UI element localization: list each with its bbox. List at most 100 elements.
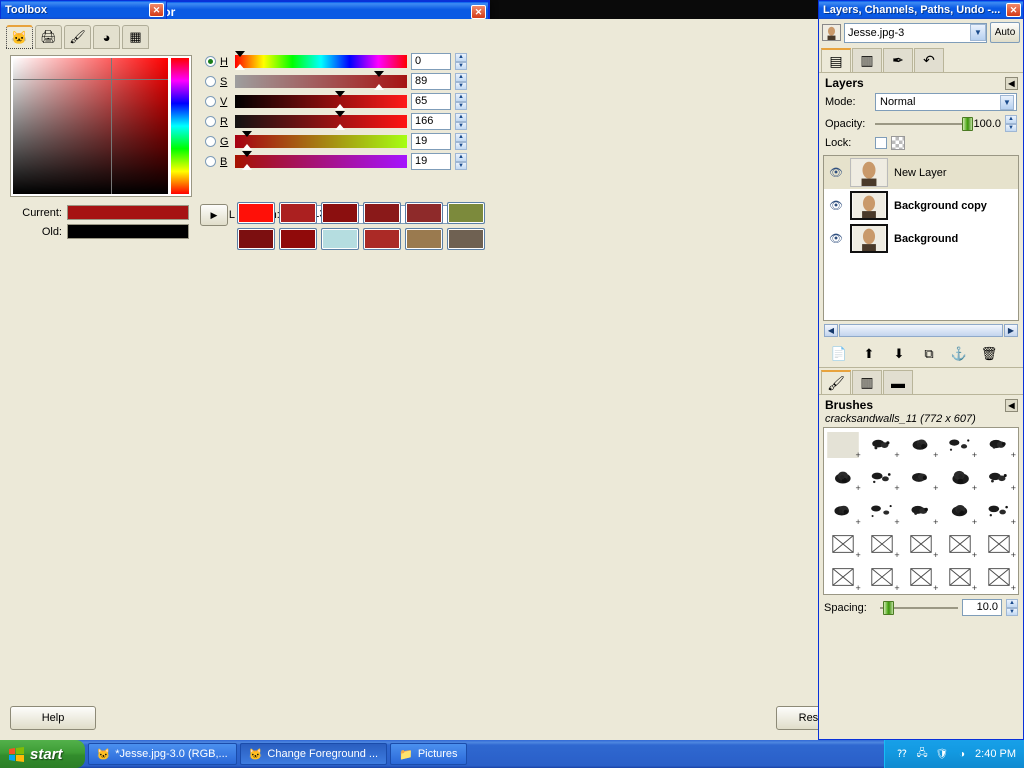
watercolor-tab[interactable]: 🖌 bbox=[64, 25, 91, 49]
toolbox-close-button[interactable]: ✕ bbox=[149, 3, 164, 17]
brush-grid-cell[interactable]: + bbox=[824, 561, 863, 594]
dock-tabs[interactable]: ▤ ▥ ✒ ↶ bbox=[819, 46, 1023, 73]
brush-grid-cell[interactable]: + bbox=[902, 528, 941, 561]
channel-slider-V[interactable] bbox=[235, 91, 407, 110]
color-swatch[interactable] bbox=[447, 202, 485, 224]
channel-value-V[interactable]: 65 bbox=[411, 93, 451, 110]
channel-slider-G[interactable] bbox=[235, 131, 407, 150]
brush-grid-cell[interactable]: + bbox=[863, 561, 902, 594]
taskbar-item[interactable]: 📁 Pictures bbox=[390, 743, 467, 765]
brush-grid[interactable]: + + + + + + + + + + + + + + + + + + + + + + + + + bbox=[823, 427, 1019, 595]
taskbar-items[interactable]: 🐱 *Jesse.jpg-3.0 (RGB,... 🐱 Change Foregrou… bbox=[85, 743, 467, 765]
help-button[interactable]: Help bbox=[10, 706, 96, 730]
channel-row-S[interactable]: S 89 ▲ ▼ bbox=[205, 71, 477, 90]
scroll-right-button[interactable]: ▶ bbox=[1004, 324, 1018, 337]
channel-value-H[interactable]: 0 bbox=[411, 53, 451, 70]
brush-grid-cell[interactable]: + bbox=[940, 494, 979, 527]
channel-row-G[interactable]: G 19 ▲ ▼ bbox=[205, 131, 477, 150]
color-swatch[interactable] bbox=[321, 202, 359, 224]
brush-grid-cell[interactable]: + bbox=[940, 461, 979, 494]
layer-mode-dropdown[interactable]: Normal ▼ bbox=[875, 93, 1017, 111]
color-history-swatches[interactable] bbox=[237, 202, 485, 250]
brush-grid-cell[interactable]: + bbox=[940, 428, 979, 461]
network-tray-icon[interactable]: 🖧 bbox=[915, 747, 929, 761]
brush-grid-cell[interactable]: + bbox=[863, 494, 902, 527]
brush-grid-cell[interactable]: + bbox=[979, 461, 1018, 494]
layer-list-item[interactable]: 👁 Background copy bbox=[824, 189, 1018, 222]
brush-grid-cell[interactable]: + bbox=[902, 494, 941, 527]
brush-grid-cell[interactable]: + bbox=[979, 494, 1018, 527]
channel-value-G[interactable]: 19 bbox=[411, 133, 451, 150]
channel-slider-R[interactable] bbox=[235, 111, 407, 130]
color-swatch[interactable] bbox=[405, 202, 443, 224]
sv-square[interactable] bbox=[13, 58, 168, 194]
channel-stepper-R[interactable]: ▲ ▼ bbox=[455, 113, 467, 130]
brush-grid-cell[interactable]: + bbox=[979, 528, 1018, 561]
gimp-tab[interactable]: 🐱 bbox=[6, 25, 33, 49]
raise-layer-button[interactable]: ⬆ bbox=[855, 344, 883, 363]
brushes-tab[interactable]: 🖌 bbox=[821, 370, 851, 394]
brush-grid-cell[interactable]: + bbox=[902, 461, 941, 494]
anchor-layer-button[interactable]: ⚓ bbox=[945, 344, 973, 363]
channel-slider-S[interactable] bbox=[235, 71, 407, 90]
brush-grid-cell[interactable]: + bbox=[863, 528, 902, 561]
color-swatch[interactable] bbox=[363, 228, 401, 250]
color-swatch[interactable] bbox=[237, 228, 275, 250]
old-color-bar[interactable] bbox=[67, 224, 189, 239]
layers-menu-icon[interactable]: ◀ bbox=[1005, 76, 1018, 90]
channel-radio-G[interactable] bbox=[205, 136, 216, 147]
color-swatch[interactable] bbox=[405, 228, 443, 250]
hue-bar[interactable] bbox=[171, 58, 189, 194]
brush-grid-cell[interactable]: + bbox=[824, 494, 863, 527]
spacing-stepper[interactable]: ▲ ▼ bbox=[1006, 599, 1018, 616]
brush-grid-cell[interactable]: + bbox=[863, 461, 902, 494]
color-swatch[interactable] bbox=[363, 202, 401, 224]
channel-value-S[interactable]: 89 bbox=[411, 73, 451, 90]
lock-alpha-checkbox[interactable] bbox=[875, 137, 887, 149]
eye-icon[interactable]: 👁 bbox=[828, 166, 844, 179]
brush-grid-cell[interactable]: + bbox=[979, 428, 1018, 461]
palette-tab[interactable]: ▦ bbox=[122, 25, 149, 49]
gradients-tab[interactable]: ▬ bbox=[883, 370, 913, 394]
scrollbar-thumb[interactable] bbox=[839, 324, 1003, 337]
brush-grid-cell[interactable]: + bbox=[902, 428, 941, 461]
channel-slider-B[interactable] bbox=[235, 151, 407, 170]
brush-grid-cell[interactable]: + bbox=[863, 428, 902, 461]
channel-row-H[interactable]: H 0 ▲ ▼ bbox=[205, 51, 477, 70]
slider-knob[interactable] bbox=[883, 600, 895, 615]
slider-knob[interactable] bbox=[961, 116, 973, 131]
brush-grid-cell[interactable]: + bbox=[902, 561, 941, 594]
channel-radio-B[interactable] bbox=[205, 156, 216, 167]
layer-opacity-slider[interactable] bbox=[875, 116, 973, 131]
brush-grid-cell[interactable]: + bbox=[824, 528, 863, 561]
colorwheel-tab[interactable]: ◕ bbox=[93, 25, 120, 49]
image-name-dropdown[interactable]: Jesse.jpg-3 ▼ bbox=[844, 22, 987, 43]
duplicate-layer-button[interactable]: ⧉ bbox=[915, 344, 943, 363]
spacing-value[interactable]: 10.0 bbox=[962, 599, 1002, 616]
brushes-menu-icon[interactable]: ◀ bbox=[1005, 398, 1018, 412]
layers-tab[interactable]: ▤ bbox=[821, 48, 851, 72]
brush-grid-cell[interactable]: + bbox=[824, 461, 863, 494]
channel-radio-H[interactable] bbox=[205, 56, 216, 67]
channel-row-B[interactable]: B 19 ▲ ▼ bbox=[205, 151, 477, 170]
channels-tab[interactable]: ▥ bbox=[852, 48, 882, 72]
color-swatch[interactable] bbox=[447, 228, 485, 250]
taskbar-item[interactable]: 🐱 *Jesse.jpg-3.0 (RGB,... bbox=[87, 743, 237, 765]
channel-row-R[interactable]: R 166 ▲ ▼ bbox=[205, 111, 477, 130]
new-layer-button[interactable]: 📄 bbox=[825, 344, 853, 363]
layer-list-item[interactable]: 👁 Background bbox=[824, 222, 1018, 255]
clock[interactable]: 2:40 PM bbox=[975, 748, 1016, 760]
brush-grid-cell[interactable]: + bbox=[979, 561, 1018, 594]
brush-grid-cell[interactable]: + bbox=[940, 528, 979, 561]
channel-stepper-G[interactable]: ▲ ▼ bbox=[455, 133, 467, 150]
color-swatch[interactable] bbox=[279, 228, 317, 250]
layer-action-buttons[interactable]: 📄 ⬆ ⬇ ⧉ ⚓ 🗑 bbox=[819, 340, 1023, 367]
lock-pixels-icon[interactable] bbox=[891, 136, 905, 150]
brush-dock-tabs[interactable]: 🖌 ▥ ▬ bbox=[819, 367, 1023, 395]
taskbar-item[interactable]: 🐱 Change Foreground ... bbox=[239, 743, 388, 765]
channel-radio-V[interactable] bbox=[205, 96, 216, 107]
volume-tray-icon[interactable]: ◑ bbox=[955, 747, 969, 761]
color-swatch[interactable] bbox=[321, 228, 359, 250]
scroll-left-button[interactable]: ◀ bbox=[824, 324, 838, 337]
chevron-down-icon[interactable]: ▼ bbox=[970, 24, 986, 41]
